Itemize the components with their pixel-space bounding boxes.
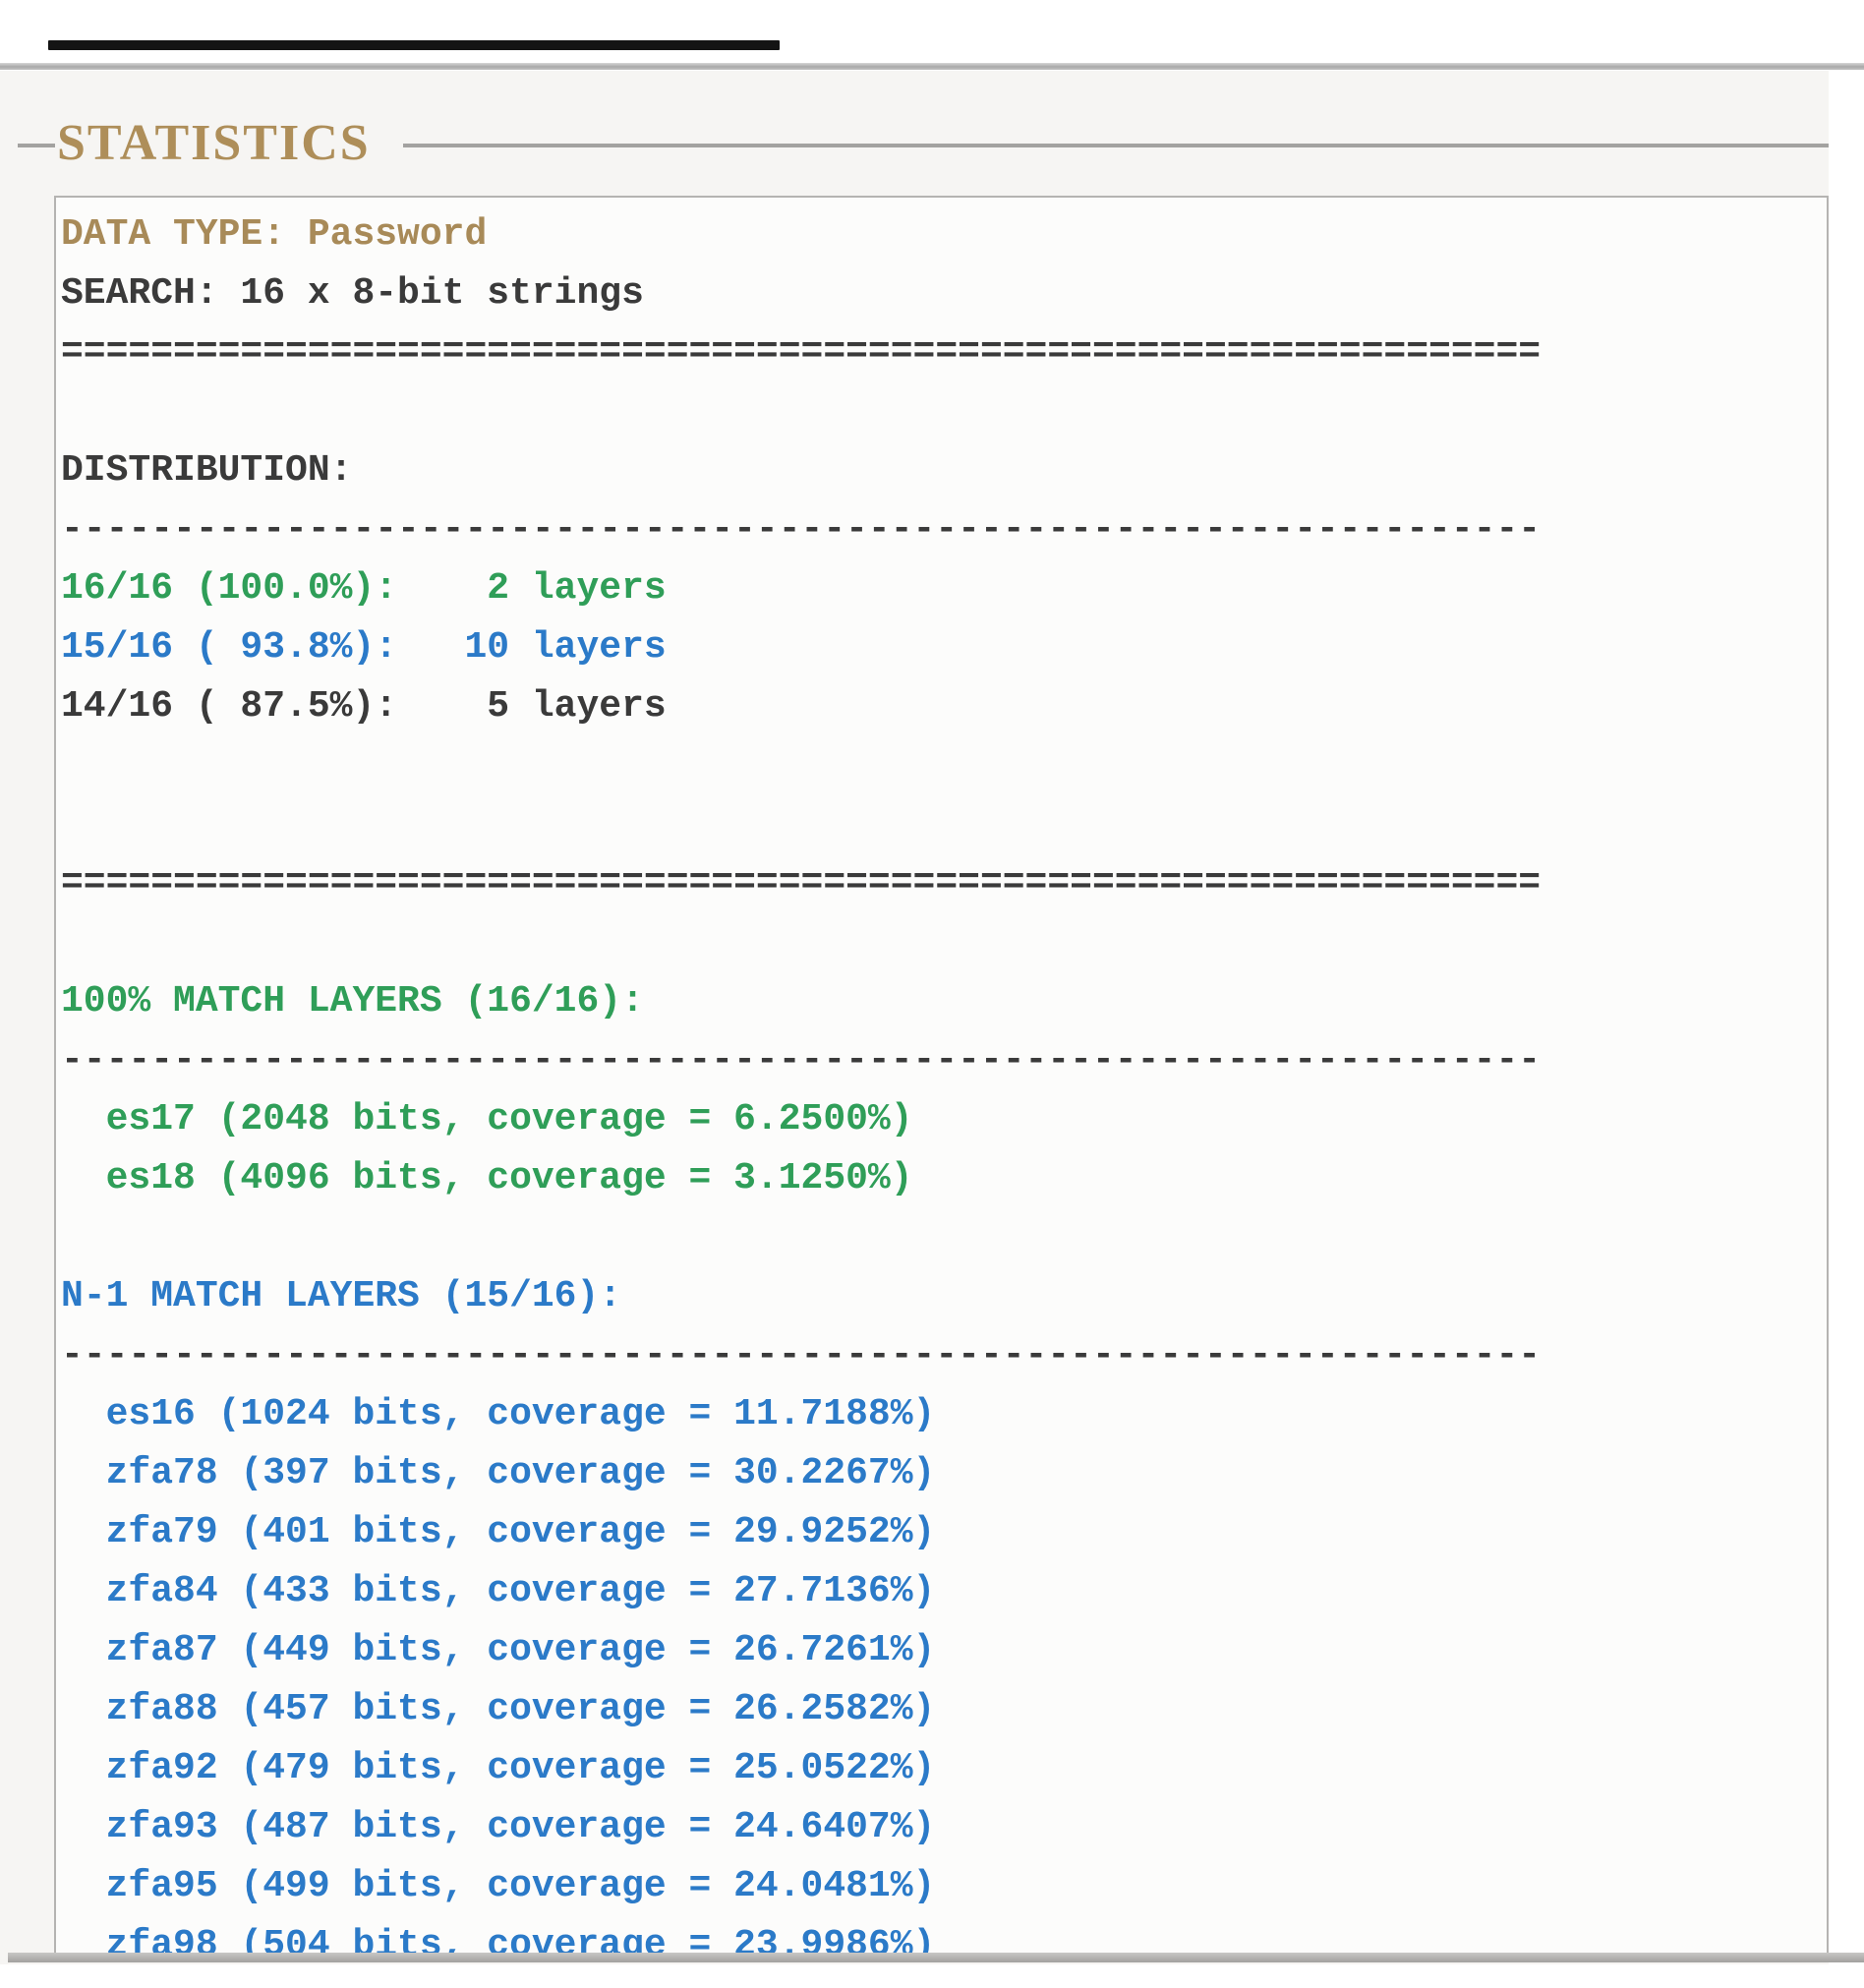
output-line: [61, 795, 1827, 854]
output-line: DATA TYPE: Password: [61, 205, 1827, 264]
output-line: es17 (2048 bits, coverage = 6.2500%): [61, 1090, 1827, 1149]
output-line: ----------------------------------------…: [61, 500, 1827, 559]
output-line: [61, 736, 1827, 795]
output-line: [61, 382, 1827, 441]
output-line: zfa88 (457 bits, coverage = 26.2582%): [61, 1680, 1827, 1739]
bottom-window-edge: [8, 1953, 1864, 1962]
output-line: zfa92 (479 bits, coverage = 25.0522%): [61, 1739, 1827, 1798]
statistics-groupbox-label: STATISTICS: [57, 114, 371, 172]
output-line: 14/16 ( 87.5%): 5 layers: [61, 677, 1827, 736]
output-line: 100% MATCH LAYERS (16/16):: [61, 972, 1827, 1031]
output-line: ----------------------------------------…: [61, 1031, 1827, 1090]
output-line: [61, 1208, 1827, 1267]
output-line: ========================================…: [61, 323, 1827, 382]
top-divider-bar: [48, 40, 780, 50]
output-line: DISTRIBUTION:: [61, 441, 1827, 500]
output-line: zfa78 (397 bits, coverage = 30.2267%): [61, 1444, 1827, 1503]
output-line: ----------------------------------------…: [61, 1326, 1827, 1385]
output-line: 15/16 ( 93.8%): 10 layers: [61, 618, 1827, 677]
output-line: zfa93 (487 bits, coverage = 24.6407%): [61, 1798, 1827, 1857]
app-window: STATISTICS DATA TYPE: PasswordSEARCH: 16…: [0, 0, 1864, 1988]
output-line: zfa79 (401 bits, coverage = 29.9252%): [61, 1503, 1827, 1562]
statistics-output: DATA TYPE: PasswordSEARCH: 16 x 8-bit st…: [56, 198, 1827, 1953]
groupbox-border-left-stub: [18, 144, 55, 147]
output-line: 16/16 (100.0%): 2 layers: [61, 559, 1827, 618]
output-line: SEARCH: 16 x 8-bit strings: [61, 264, 1827, 323]
groupbox-border-right: [403, 144, 1829, 147]
output-line: zfa87 (449 bits, coverage = 26.7261%): [61, 1621, 1827, 1680]
output-line: zfa84 (433 bits, coverage = 27.7136%): [61, 1562, 1827, 1621]
output-line: [61, 913, 1827, 972]
output-line: es18 (4096 bits, coverage = 3.1250%): [61, 1149, 1827, 1208]
output-line: zfa98 (504 bits, coverage = 23.9986%): [61, 1916, 1827, 1953]
output-line: zfa95 (499 bits, coverage = 24.0481%): [61, 1857, 1827, 1916]
output-line: es16 (1024 bits, coverage = 11.7188%): [61, 1385, 1827, 1444]
output-line: N-1 MATCH LAYERS (15/16):: [61, 1267, 1827, 1326]
horizontal-separator: [0, 63, 1864, 70]
statistics-textbox[interactable]: DATA TYPE: PasswordSEARCH: 16 x 8-bit st…: [54, 196, 1829, 1953]
output-line: ========================================…: [61, 854, 1827, 913]
